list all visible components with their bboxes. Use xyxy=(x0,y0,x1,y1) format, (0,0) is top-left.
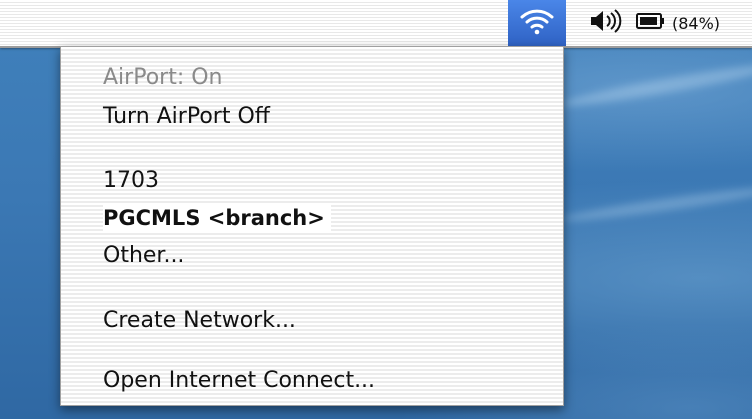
turn-airport-off-item[interactable]: Turn AirPort Off xyxy=(103,103,270,131)
open-internet-connect-item[interactable]: Open Internet Connect... xyxy=(103,367,375,395)
other-network-item[interactable]: Other... xyxy=(103,242,184,270)
wifi-icon xyxy=(520,7,554,39)
battery-percent-label: (84%) xyxy=(672,13,721,33)
menu-bar: (84%) xyxy=(0,0,752,48)
airport-status-label: AirPort: On xyxy=(103,65,223,90)
airport-menu-extra[interactable] xyxy=(508,0,566,46)
speaker-volume-icon xyxy=(589,8,623,38)
create-network-item[interactable]: Create Network... xyxy=(103,307,296,335)
volume-menu-extra[interactable] xyxy=(580,0,632,46)
battery-menu-extra[interactable]: (84%) xyxy=(632,0,752,46)
airport-dropdown-menu: AirPort: On Turn AirPort Off 1703 PGCMLS… xyxy=(60,46,564,406)
battery-icon xyxy=(636,12,666,34)
network-item-pgcmls-branch[interactable]: PGCMLS <branch> xyxy=(103,204,331,232)
menu-extras: (84%) xyxy=(508,0,752,46)
network-item-1703[interactable]: 1703 xyxy=(103,167,159,195)
